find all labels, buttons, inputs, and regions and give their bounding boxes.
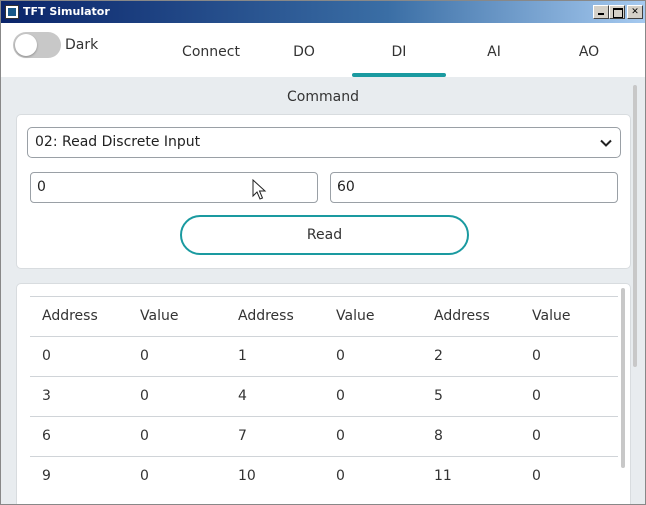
table-cell: 1	[238, 348, 247, 364]
app-window: TFT Simulator ✕ Dark Connect DO DI AI AO…	[0, 0, 646, 505]
table-cell: 2	[434, 348, 443, 364]
column-header: Value	[532, 308, 571, 324]
function-select[interactable]: 02: Read Discrete Input	[27, 127, 621, 158]
table-cell: 5	[434, 388, 443, 404]
window-title: TFT Simulator	[23, 5, 110, 18]
table-cell: 0	[336, 428, 345, 444]
table-cell: 0	[532, 428, 541, 444]
table-cell: 0	[140, 348, 149, 364]
tab-ai[interactable]: AI	[447, 23, 541, 77]
toggle-knob	[15, 34, 37, 56]
table-cell: 7	[238, 428, 247, 444]
table-cell: 6	[42, 428, 51, 444]
table-row: 0 0 1 0 2 0	[30, 336, 618, 376]
table-cell: 0	[42, 348, 51, 364]
column-header: Address	[238, 308, 294, 324]
header: Dark Connect DO DI AI AO	[1, 23, 645, 77]
command-title: Command	[287, 89, 359, 105]
results-table: Address Value Address Value Address Valu…	[30, 296, 618, 496]
table-cell: 0	[532, 388, 541, 404]
minimize-button[interactable]	[593, 5, 609, 19]
column-header: Value	[336, 308, 375, 324]
page-scrollbar[interactable]	[633, 85, 637, 367]
table-cell: 0	[140, 428, 149, 444]
table-scrollbar[interactable]	[621, 288, 625, 468]
app-icon	[5, 5, 19, 19]
table-cell: 11	[434, 468, 452, 484]
table-cell: 0	[140, 388, 149, 404]
function-select-value: 02: Read Discrete Input	[35, 134, 201, 150]
table-cell: 3	[42, 388, 51, 404]
mouse-cursor-icon	[252, 179, 267, 200]
column-header: Address	[434, 308, 490, 324]
column-header: Address	[42, 308, 98, 324]
table-cell: 0	[336, 388, 345, 404]
read-button[interactable]: Read	[180, 215, 469, 255]
chevron-down-icon	[600, 139, 612, 147]
table-cell: 0	[532, 348, 541, 364]
table-cell: 0	[140, 468, 149, 484]
main-content: Command 02: Read Discrete Input 0 60 Rea…	[1, 77, 645, 504]
table-cell: 0	[336, 468, 345, 484]
tab-di[interactable]: DI	[352, 23, 446, 77]
table-cell: 4	[238, 388, 247, 404]
table-header-row: Address Value Address Value Address Valu…	[30, 296, 618, 336]
table-row: 3 0 4 0 5 0	[30, 376, 618, 416]
tab-connect[interactable]: Connect	[164, 23, 258, 77]
title-bar[interactable]: TFT Simulator ✕	[1, 1, 645, 23]
table-row: 6 0 7 0 8 0	[30, 416, 618, 456]
quantity-input[interactable]: 60	[330, 172, 618, 203]
table-cell: 8	[434, 428, 443, 444]
table-cell: 9	[42, 468, 51, 484]
table-cell: 0	[336, 348, 345, 364]
close-button[interactable]: ✕	[627, 5, 643, 19]
table-cell: 0	[532, 468, 541, 484]
dark-mode-label: Dark	[65, 37, 99, 53]
tab-ao[interactable]: AO	[542, 23, 636, 77]
start-address-input[interactable]: 0	[30, 172, 318, 203]
table-cell: 10	[238, 468, 256, 484]
column-header: Value	[140, 308, 179, 324]
table-row: 9 0 10 0 11 0	[30, 456, 618, 496]
dark-mode-toggle[interactable]	[13, 32, 61, 58]
maximize-button[interactable]	[609, 5, 625, 19]
tab-do[interactable]: DO	[257, 23, 351, 77]
command-card: 02: Read Discrete Input 0 60 Read	[16, 114, 631, 269]
results-card: Address Value Address Value Address Valu…	[16, 283, 631, 504]
